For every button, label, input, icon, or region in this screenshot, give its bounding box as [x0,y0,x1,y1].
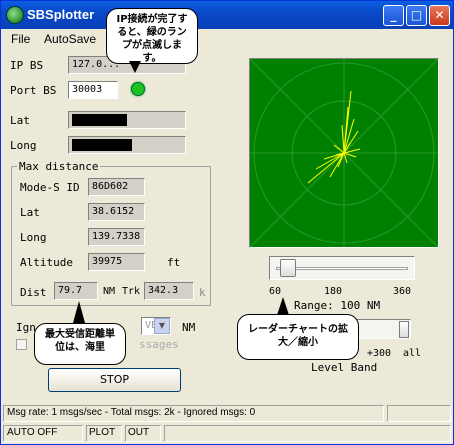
messages-checkbox-label: ssages [139,338,179,351]
app-icon [6,6,24,24]
range-tick-60: 60 [269,286,282,297]
max-lat-label: Lat [20,206,40,219]
ignore-unit: NM [182,321,196,334]
altitude-unit: ft [167,256,181,269]
balloon-ip-status: IP接続が完了すると、緑のランプが点滅します。 [106,8,198,64]
level-scale-all: all [403,348,422,359]
ignore-label: Ign [16,321,36,334]
stop-button[interactable]: STOP [48,368,181,392]
main-window: SBSplotter _ □ ✕ File AutoSave IP BS 127… [0,0,454,445]
level-scale-300: +300 [367,348,392,359]
range-text: Range: 100 NM [294,299,381,312]
range-tick-360: 360 [393,286,412,297]
balloon-dist-unit: 最大受信距離単位は、海里 [34,323,126,365]
lat-input[interactable] [68,111,186,129]
status-extra-box [387,405,451,422]
ip-bs-label: IP BS [10,59,44,72]
menu-autosave[interactable]: AutoSave [44,32,96,46]
trk-unit: k [199,286,206,299]
radar-svg [249,58,439,248]
maximize-button[interactable]: □ [406,5,427,26]
menu-bar: File AutoSave [1,29,453,49]
radar-chart [249,58,439,248]
long-label: Long [10,139,37,152]
status-auto-off: AUTO OFF [7,427,58,438]
chevron-down-icon[interactable]: ▼ [154,318,170,334]
window-title: SBSplotter [27,7,95,22]
messages-checkbox[interactable] [16,339,27,350]
status-plot: PLOT [89,427,116,438]
title-bar[interactable]: SBSplotter _ □ ✕ [1,1,453,29]
status-cell-empty [164,425,451,442]
minimize-button[interactable]: _ [383,5,404,26]
level-band-label: Level Band [311,361,378,374]
menu-file[interactable]: File [11,32,30,46]
status-message: Msg rate: 1 msgs/sec - Total msgs: 2k - … [7,407,256,418]
max-lat-field: 38.6152 [88,203,145,221]
modes-id-field: 86D602 [88,178,145,196]
balloon-radar-pointer [277,297,289,315]
redacted-long [72,139,132,151]
dist-field: 79.7 [54,282,98,300]
max-long-field: 139.7338 [88,228,145,246]
level-band-thumb[interactable] [399,321,409,338]
trk-field: 342.3 [144,282,194,300]
modes-id-label: Mode-S ID [20,181,80,194]
dist-label: Dist [20,286,47,299]
balloon-radar-zoom: レーダーチャートの拡大／縮小 [237,314,359,360]
range-tick-180: 180 [324,286,343,297]
lat-label: Lat [10,114,30,127]
max-distance-title: Max distance [17,160,101,173]
status-out: OUT [128,427,150,438]
level-band-slider[interactable] [351,319,411,339]
close-button[interactable]: ✕ [429,5,450,26]
balloon-dist-pointer [73,301,85,323]
balloon-ip-pointer [129,61,141,73]
port-bs-input[interactable]: 30003 [68,81,118,99]
connection-led-icon [131,82,145,96]
long-input[interactable] [68,136,186,154]
range-slider[interactable] [269,256,415,280]
altitude-label: Altitude [20,256,73,269]
redacted-lat [72,114,127,126]
dist-unit: NM [103,286,116,297]
range-slider-thumb[interactable] [280,259,297,277]
max-long-label: Long [20,231,47,244]
port-bs-label: Port BS [10,84,57,97]
altitude-field: 39975 [88,253,145,271]
radar-tracks [307,90,361,184]
trk-label: Trk [122,286,141,297]
